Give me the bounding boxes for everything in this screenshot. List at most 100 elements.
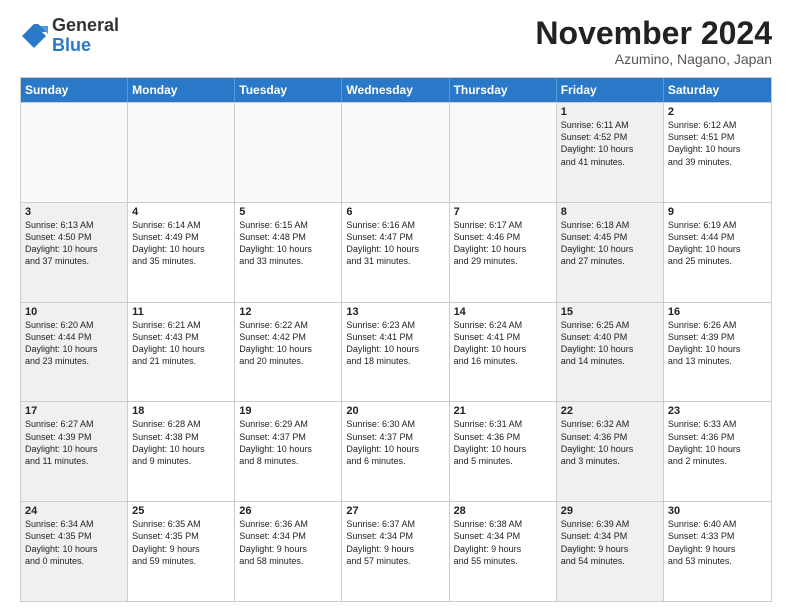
cal-week-1: 1Sunrise: 6:11 AM Sunset: 4:52 PM Daylig… [21,102,771,202]
day-info: Sunrise: 6:32 AM Sunset: 4:36 PM Dayligh… [561,418,659,467]
cal-cell: 18Sunrise: 6:28 AM Sunset: 4:38 PM Dayli… [128,402,235,501]
day-info: Sunrise: 6:15 AM Sunset: 4:48 PM Dayligh… [239,219,337,268]
logo-general: General [52,16,119,36]
cal-cell: 10Sunrise: 6:20 AM Sunset: 4:44 PM Dayli… [21,303,128,402]
day-info: Sunrise: 6:19 AM Sunset: 4:44 PM Dayligh… [668,219,767,268]
cal-cell: 1Sunrise: 6:11 AM Sunset: 4:52 PM Daylig… [557,103,664,202]
cal-cell: 6Sunrise: 6:16 AM Sunset: 4:47 PM Daylig… [342,203,449,302]
cal-cell: 22Sunrise: 6:32 AM Sunset: 4:36 PM Dayli… [557,402,664,501]
day-number: 9 [668,206,767,218]
cal-cell: 2Sunrise: 6:12 AM Sunset: 4:51 PM Daylig… [664,103,771,202]
day-number: 24 [25,505,123,517]
day-info: Sunrise: 6:28 AM Sunset: 4:38 PM Dayligh… [132,418,230,467]
day-info: Sunrise: 6:12 AM Sunset: 4:51 PM Dayligh… [668,119,767,168]
cal-cell: 20Sunrise: 6:30 AM Sunset: 4:37 PM Dayli… [342,402,449,501]
cal-cell: 7Sunrise: 6:17 AM Sunset: 4:46 PM Daylig… [450,203,557,302]
day-info: Sunrise: 6:36 AM Sunset: 4:34 PM Dayligh… [239,518,337,567]
cal-cell: 19Sunrise: 6:29 AM Sunset: 4:37 PM Dayli… [235,402,342,501]
day-number: 16 [668,306,767,318]
cal-cell: 15Sunrise: 6:25 AM Sunset: 4:40 PM Dayli… [557,303,664,402]
cal-cell [21,103,128,202]
day-info: Sunrise: 6:25 AM Sunset: 4:40 PM Dayligh… [561,319,659,368]
cal-cell: 8Sunrise: 6:18 AM Sunset: 4:45 PM Daylig… [557,203,664,302]
day-info: Sunrise: 6:39 AM Sunset: 4:34 PM Dayligh… [561,518,659,567]
calendar: SundayMondayTuesdayWednesdayThursdayFrid… [20,77,772,602]
day-info: Sunrise: 6:16 AM Sunset: 4:47 PM Dayligh… [346,219,444,268]
header-day-saturday: Saturday [664,78,771,102]
day-info: Sunrise: 6:23 AM Sunset: 4:41 PM Dayligh… [346,319,444,368]
day-number: 26 [239,505,337,517]
logo-icon [20,22,48,50]
header-day-thursday: Thursday [450,78,557,102]
cal-cell: 13Sunrise: 6:23 AM Sunset: 4:41 PM Dayli… [342,303,449,402]
day-number: 10 [25,306,123,318]
cal-cell: 30Sunrise: 6:40 AM Sunset: 4:33 PM Dayli… [664,502,771,601]
day-info: Sunrise: 6:29 AM Sunset: 4:37 PM Dayligh… [239,418,337,467]
logo-blue: Blue [52,36,119,56]
day-number: 8 [561,206,659,218]
cal-cell: 27Sunrise: 6:37 AM Sunset: 4:34 PM Dayli… [342,502,449,601]
day-number: 22 [561,405,659,417]
day-info: Sunrise: 6:33 AM Sunset: 4:36 PM Dayligh… [668,418,767,467]
cal-cell: 24Sunrise: 6:34 AM Sunset: 4:35 PM Dayli… [21,502,128,601]
day-info: Sunrise: 6:34 AM Sunset: 4:35 PM Dayligh… [25,518,123,567]
day-info: Sunrise: 6:37 AM Sunset: 4:34 PM Dayligh… [346,518,444,567]
cal-cell: 28Sunrise: 6:38 AM Sunset: 4:34 PM Dayli… [450,502,557,601]
cal-cell: 5Sunrise: 6:15 AM Sunset: 4:48 PM Daylig… [235,203,342,302]
day-info: Sunrise: 6:27 AM Sunset: 4:39 PM Dayligh… [25,418,123,467]
title-block: November 2024 Azumino, Nagano, Japan [535,16,772,67]
day-info: Sunrise: 6:17 AM Sunset: 4:46 PM Dayligh… [454,219,552,268]
header-day-wednesday: Wednesday [342,78,449,102]
day-number: 7 [454,206,552,218]
cal-cell: 25Sunrise: 6:35 AM Sunset: 4:35 PM Dayli… [128,502,235,601]
day-info: Sunrise: 6:11 AM Sunset: 4:52 PM Dayligh… [561,119,659,168]
header-day-sunday: Sunday [21,78,128,102]
day-info: Sunrise: 6:18 AM Sunset: 4:45 PM Dayligh… [561,219,659,268]
cal-cell: 9Sunrise: 6:19 AM Sunset: 4:44 PM Daylig… [664,203,771,302]
day-number: 14 [454,306,552,318]
day-number: 15 [561,306,659,318]
day-number: 17 [25,405,123,417]
cal-week-5: 24Sunrise: 6:34 AM Sunset: 4:35 PM Dayli… [21,501,771,601]
cal-cell [235,103,342,202]
header-day-monday: Monday [128,78,235,102]
cal-week-2: 3Sunrise: 6:13 AM Sunset: 4:50 PM Daylig… [21,202,771,302]
cal-cell: 21Sunrise: 6:31 AM Sunset: 4:36 PM Dayli… [450,402,557,501]
day-number: 27 [346,505,444,517]
day-number: 13 [346,306,444,318]
location: Azumino, Nagano, Japan [535,51,772,67]
day-number: 1 [561,106,659,118]
day-number: 20 [346,405,444,417]
cal-cell [450,103,557,202]
day-info: Sunrise: 6:13 AM Sunset: 4:50 PM Dayligh… [25,219,123,268]
cal-cell: 17Sunrise: 6:27 AM Sunset: 4:39 PM Dayli… [21,402,128,501]
day-info: Sunrise: 6:40 AM Sunset: 4:33 PM Dayligh… [668,518,767,567]
cal-cell [128,103,235,202]
day-number: 21 [454,405,552,417]
day-info: Sunrise: 6:14 AM Sunset: 4:49 PM Dayligh… [132,219,230,268]
cal-cell [342,103,449,202]
cal-week-4: 17Sunrise: 6:27 AM Sunset: 4:39 PM Dayli… [21,401,771,501]
day-info: Sunrise: 6:21 AM Sunset: 4:43 PM Dayligh… [132,319,230,368]
day-info: Sunrise: 6:26 AM Sunset: 4:39 PM Dayligh… [668,319,767,368]
day-number: 19 [239,405,337,417]
cal-cell: 4Sunrise: 6:14 AM Sunset: 4:49 PM Daylig… [128,203,235,302]
day-info: Sunrise: 6:35 AM Sunset: 4:35 PM Dayligh… [132,518,230,567]
cal-cell: 16Sunrise: 6:26 AM Sunset: 4:39 PM Dayli… [664,303,771,402]
logo-text: General Blue [52,16,119,56]
day-number: 2 [668,106,767,118]
day-number: 23 [668,405,767,417]
day-number: 29 [561,505,659,517]
day-number: 3 [25,206,123,218]
calendar-header: SundayMondayTuesdayWednesdayThursdayFrid… [21,78,771,102]
cal-cell: 14Sunrise: 6:24 AM Sunset: 4:41 PM Dayli… [450,303,557,402]
cal-cell: 23Sunrise: 6:33 AM Sunset: 4:36 PM Dayli… [664,402,771,501]
calendar-body: 1Sunrise: 6:11 AM Sunset: 4:52 PM Daylig… [21,102,771,601]
day-number: 18 [132,405,230,417]
cal-cell: 11Sunrise: 6:21 AM Sunset: 4:43 PM Dayli… [128,303,235,402]
header-day-friday: Friday [557,78,664,102]
month-title: November 2024 [535,16,772,51]
day-number: 6 [346,206,444,218]
logo: General Blue [20,16,119,56]
day-info: Sunrise: 6:24 AM Sunset: 4:41 PM Dayligh… [454,319,552,368]
